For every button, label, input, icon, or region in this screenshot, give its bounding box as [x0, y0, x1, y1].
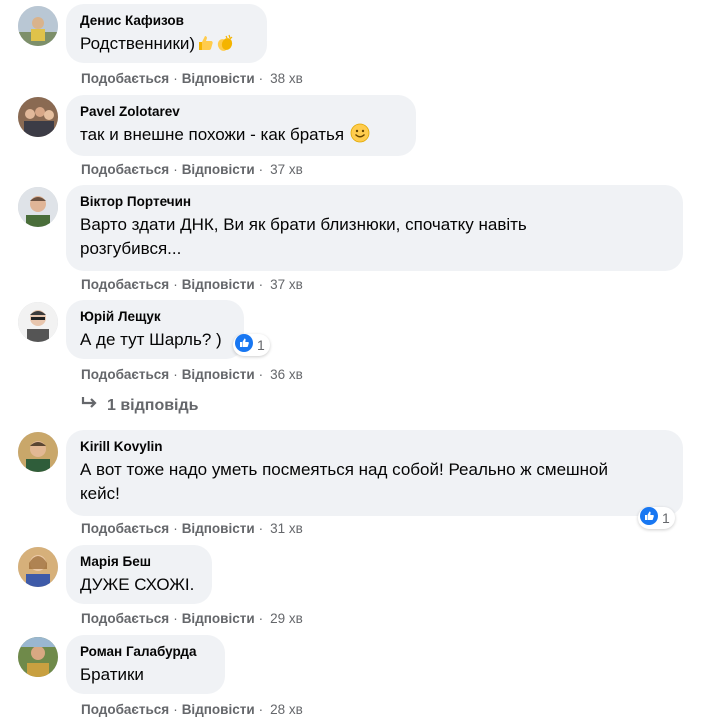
timestamp[interactable]: 37 хв	[270, 162, 303, 177]
timestamp[interactable]: 38 хв	[270, 71, 303, 86]
comment-actions: Подобається · Відповісти · 37 хв	[81, 161, 303, 179]
comment-actions: Подобається · Відповісти · 37 хв	[81, 276, 303, 294]
reply-action[interactable]: Відповісти	[182, 162, 255, 177]
reaction-badge[interactable]: 1	[233, 333, 270, 357]
avatar[interactable]	[18, 6, 58, 46]
reaction-badge[interactable]: 1	[638, 506, 675, 530]
comment-text: Братики	[80, 665, 144, 684]
comment-text-content: Родственники)	[80, 34, 196, 53]
timestamp[interactable]: 36 хв	[270, 367, 303, 382]
comment-text: ДУЖЕ СХОЖІ.	[80, 575, 195, 594]
like-action[interactable]: Подобається	[81, 702, 169, 717]
avatar[interactable]	[18, 432, 58, 472]
comment-actions: Подобається · Відповісти · 36 хв	[81, 366, 303, 384]
comment-author[interactable]: Роман Галабурда	[80, 643, 213, 661]
like-action[interactable]: Подобається	[81, 71, 169, 86]
comment-text: Родственники)	[80, 32, 255, 59]
comment-bubble: Марія Беш ДУЖЕ СХОЖІ.	[66, 545, 212, 604]
reaction-count: 1	[662, 510, 670, 526]
comment-author[interactable]: Марія Беш	[80, 553, 200, 571]
separator: ·	[173, 611, 178, 626]
comment-author[interactable]: Kirill Kovylin	[80, 438, 671, 456]
comment-bubble: Kirill Kovylin А вот тоже надо уметь пос…	[66, 430, 683, 516]
reply-action[interactable]: Відповісти	[182, 521, 255, 536]
separator: ·	[173, 162, 178, 177]
separator: ·	[173, 71, 178, 86]
separator: ·	[258, 71, 264, 86]
timestamp[interactable]: 37 хв	[270, 277, 303, 292]
comment-bubble: Роман Галабурда Братики	[66, 635, 225, 694]
separator: ·	[258, 702, 264, 717]
separator: ·	[258, 611, 264, 626]
comment-author[interactable]: Денис Кафизов	[80, 12, 255, 30]
like-action[interactable]: Подобається	[81, 611, 169, 626]
comment-actions: Подобається · Відповісти · 29 хв	[81, 610, 303, 628]
avatar[interactable]	[18, 637, 58, 677]
reply-action[interactable]: Відповісти	[182, 611, 255, 626]
comment-bubble: Віктор Портечин Варто здати ДНК, Ви як б…	[66, 185, 683, 271]
separator: ·	[258, 277, 264, 292]
comment-actions: Подобається · Відповісти · 28 хв	[81, 701, 303, 719]
comment-text: Варто здати ДНК, Ви як брати близнюки, с…	[80, 215, 527, 234]
reply-action[interactable]: Відповісти	[182, 277, 255, 292]
timestamp[interactable]: 29 хв	[270, 611, 303, 626]
avatar[interactable]	[18, 547, 58, 587]
avatar[interactable]	[18, 187, 58, 227]
comment-actions: Подобається · Відповісти · 31 хв	[81, 520, 303, 538]
comment-bubble: Юрій Лещук А де тут Шарль? )	[66, 300, 244, 359]
separator: ·	[258, 367, 264, 382]
reaction-count: 1	[257, 337, 265, 353]
smiling-face-emoji-icon	[350, 123, 370, 150]
reply-action[interactable]: Відповісти	[182, 702, 255, 717]
comment-author[interactable]: Pavel Zolotarev	[80, 103, 404, 121]
comment-author[interactable]: Юрій Лещук	[80, 308, 232, 326]
separator: ·	[173, 277, 178, 292]
separator: ·	[173, 521, 178, 536]
like-action[interactable]: Подобається	[81, 521, 169, 536]
separator: ·	[173, 702, 178, 717]
like-reaction-icon	[640, 506, 658, 530]
view-replies-link[interactable]: 1 відповідь	[81, 396, 199, 415]
avatar[interactable]	[18, 302, 58, 342]
like-action[interactable]: Подобається	[81, 367, 169, 382]
like-reaction-icon	[235, 333, 253, 357]
avatar[interactable]	[18, 97, 58, 137]
separator: ·	[258, 162, 264, 177]
separator: ·	[258, 521, 264, 536]
reply-action[interactable]: Відповісти	[182, 367, 255, 382]
comment-actions: Подобається · Відповісти · 38 хв	[81, 70, 303, 88]
like-action[interactable]: Подобається	[81, 277, 169, 292]
comment-bubble: Денис Кафизов Родственники)	[66, 4, 267, 63]
timestamp[interactable]: 31 хв	[270, 521, 303, 536]
comment-text: кейс!	[80, 484, 120, 503]
separator: ·	[173, 367, 178, 382]
replies-count-label: 1 відповідь	[107, 396, 199, 414]
comment-text: розгубився...	[80, 239, 182, 258]
comment-text: А вот тоже надо уметь посмеяться над соб…	[80, 460, 608, 479]
comment-bubble: Pavel Zolotarev так и внешне похожи - ка…	[66, 95, 416, 156]
reply-arrow-icon	[81, 396, 107, 415]
like-action[interactable]: Подобається	[81, 162, 169, 177]
comment-text: А де тут Шарль? )	[80, 330, 222, 349]
comment-text-content: так и внешне похожи - как братья	[80, 125, 349, 144]
thumbs-up-emoji-icon	[196, 34, 214, 59]
timestamp[interactable]: 28 хв	[270, 702, 303, 717]
clapping-hands-emoji-icon	[215, 34, 235, 59]
comment-text: так и внешне похожи - как братья	[80, 123, 404, 150]
reply-action[interactable]: Відповісти	[182, 71, 255, 86]
comment-author[interactable]: Віктор Портечин	[80, 193, 671, 211]
